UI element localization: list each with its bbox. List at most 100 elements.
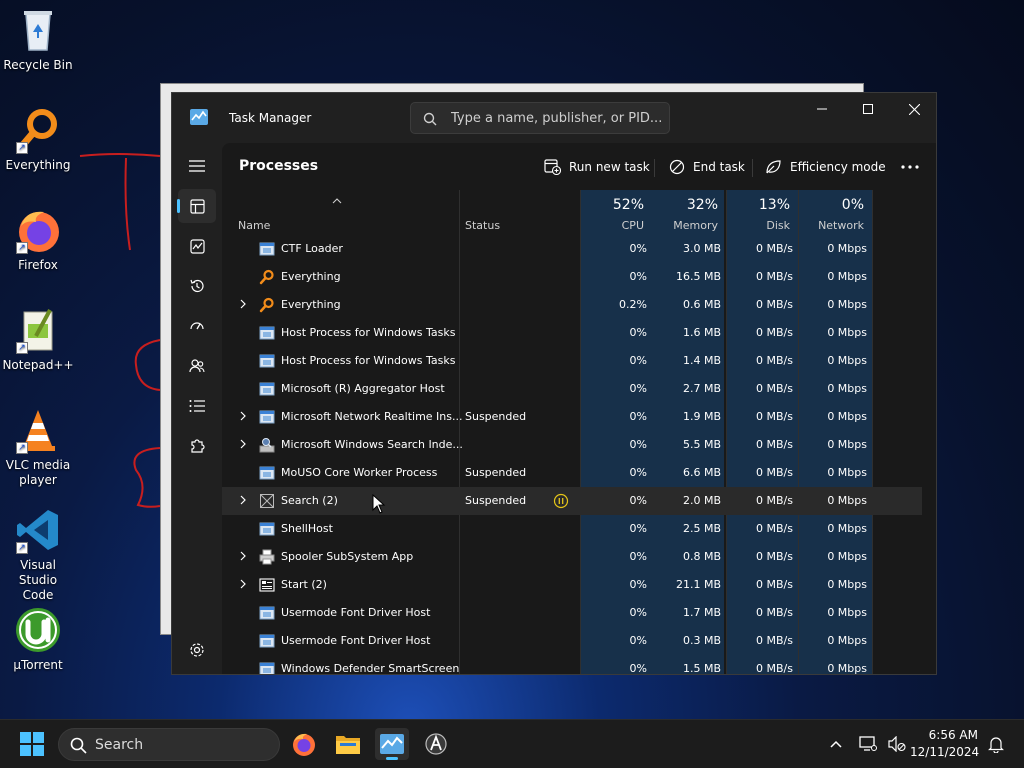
- process-network: 0 Mbps: [827, 410, 867, 423]
- desktop-icon-label: VLC media player: [5, 458, 71, 487]
- column-header-memory[interactable]: 32% Memory: [652, 190, 726, 237]
- process-row[interactable]: Windows Defender SmartScreen 0% 1.5 MB 0 MB…: [222, 655, 922, 675]
- desktop-icon-utorrent[interactable]: µTorrent: [2, 606, 74, 673]
- run-new-task-button[interactable]: Run new task: [544, 157, 650, 177]
- details-list-icon: [189, 400, 205, 412]
- chevron-right-icon[interactable]: [239, 579, 247, 592]
- process-name: Usermode Font Driver Host: [281, 634, 431, 647]
- process-row[interactable]: Usermode Font Driver Host 0% 0.3 MB 0 MB/s 0…: [222, 627, 922, 655]
- nav-performance[interactable]: [178, 229, 216, 263]
- desktop-icon-vscode[interactable]: ↗ Visual Studio Code: [2, 506, 74, 603]
- minimize-button[interactable]: [799, 93, 845, 125]
- minimize-icon: [817, 108, 827, 110]
- hamburger-menu-button[interactable]: [178, 149, 216, 183]
- process-name: ShellHost: [281, 522, 333, 535]
- process-cpu: 0.2%: [619, 298, 647, 311]
- task-manager-app-icon: [190, 109, 208, 125]
- column-header-name[interactable]: Name: [222, 190, 459, 237]
- desktop-icon-recycle-bin[interactable]: Recycle Bin: [2, 6, 74, 73]
- end-task-button[interactable]: End task: [669, 157, 745, 177]
- nav-processes[interactable]: [177, 189, 216, 223]
- process-cpu: 0%: [629, 494, 647, 507]
- column-disk-label: Disk: [766, 219, 790, 232]
- process-row[interactable]: Microsoft Network Realtime Ins... Suspend…: [222, 403, 922, 431]
- process-row[interactable]: Microsoft Windows Search Inde... 0% 5.5 MB…: [222, 431, 922, 459]
- system-clock[interactable]: 6:56 AM 12/11/2024: [910, 727, 979, 761]
- efficiency-mode-label: Efficiency mode: [790, 160, 886, 174]
- start-button[interactable]: [15, 728, 49, 760]
- close-button[interactable]: [891, 93, 936, 125]
- speaker-muted-icon: [888, 736, 906, 752]
- process-cpu: 0%: [629, 326, 647, 339]
- performance-icon: [189, 238, 205, 254]
- process-disk: 0 MB/s: [756, 606, 793, 619]
- process-row[interactable]: Host Process for Windows Tasks 0% 1.4 MB 0 …: [222, 347, 922, 375]
- nav-startup-apps[interactable]: [178, 309, 216, 343]
- desktop-icon-label: Visual Studio Code: [18, 558, 58, 602]
- desktop-icon-everything[interactable]: ↗ Everything: [2, 106, 74, 173]
- process-cpu: 0%: [629, 466, 647, 479]
- process-disk: 0 MB/s: [756, 326, 793, 339]
- show-hidden-icons-button[interactable]: [819, 728, 853, 760]
- services-puzzle-icon: [191, 439, 205, 453]
- process-cpu: 0%: [629, 410, 647, 423]
- process-row[interactable]: Host Process for Windows Tasks 0% 1.6 MB 0 …: [222, 319, 922, 347]
- shortcut-arrow-icon: ↗: [16, 542, 28, 554]
- taskbar-task-manager[interactable]: [375, 728, 409, 760]
- maximize-button[interactable]: [845, 93, 891, 125]
- column-header-cpu[interactable]: 52% CPU: [580, 190, 652, 237]
- column-header-disk[interactable]: 13% Disk: [726, 190, 798, 237]
- process-disk: 0 MB/s: [756, 410, 793, 423]
- nav-app-history[interactable]: [178, 269, 216, 303]
- process-row[interactable]: Microsoft (R) Aggregator Host 0% 2.7 MB 0 M…: [222, 375, 922, 403]
- vlc-icon: ↗: [14, 406, 62, 454]
- process-row[interactable]: Start (2) 0% 21.1 MB 0 MB/s 0 Mbps: [222, 571, 922, 599]
- title-bar[interactable]: Task Manager: [172, 93, 936, 143]
- column-header-status[interactable]: Status: [459, 190, 580, 237]
- process-name: Microsoft Network Realtime Ins...: [281, 410, 463, 423]
- nav-details[interactable]: [178, 389, 216, 423]
- taskbar-app[interactable]: [419, 728, 453, 760]
- process-row[interactable]: Everything 0.2% 0.6 MB 0 MB/s 0 Mbps: [222, 291, 922, 319]
- process-row[interactable]: Search (2) Suspended 0% 2.0 MB 0 MB/s 0 Mbps: [222, 487, 922, 515]
- taskbar-file-explorer[interactable]: [331, 728, 365, 760]
- process-name: CTF Loader: [281, 242, 343, 255]
- column-header-network[interactable]: 0% Network: [798, 190, 872, 237]
- efficiency-mode-button[interactable]: Efficiency mode: [765, 157, 886, 177]
- process-row[interactable]: Everything 0% 16.5 MB 0 MB/s 0 Mbps: [222, 263, 922, 291]
- desktop-icon-firefox[interactable]: ↗ Firefox: [2, 206, 74, 273]
- volume-button[interactable]: [880, 728, 914, 760]
- chevron-right-icon[interactable]: [239, 495, 247, 508]
- chevron-right-icon[interactable]: [239, 439, 247, 452]
- process-row[interactable]: Spooler SubSystem App 0% 0.8 MB 0 MB/s 0 Mbp…: [222, 543, 922, 571]
- process-cpu: 0%: [629, 438, 647, 451]
- search-box[interactable]: [410, 102, 670, 134]
- search-icon: [423, 111, 437, 130]
- process-disk: 0 MB/s: [756, 662, 793, 675]
- nav-services[interactable]: [178, 429, 216, 463]
- process-memory: 2.5 MB: [682, 522, 721, 535]
- end-task-icon: [669, 159, 685, 175]
- task-manager-window[interactable]: Task Manager Type a name, publisher, or …: [171, 92, 937, 675]
- process-row[interactable]: ShellHost 0% 2.5 MB 0 MB/s 0 Mbps: [222, 515, 922, 543]
- notifications-button[interactable]: [979, 728, 1013, 760]
- process-row[interactable]: CTF Loader 0% 3.0 MB 0 MB/s 0 Mbps: [222, 239, 922, 263]
- chevron-right-icon[interactable]: [239, 299, 247, 312]
- nav-users[interactable]: [178, 349, 216, 383]
- processes-icon: [189, 198, 205, 214]
- desktop-icon-notepadpp[interactable]: ↗ Notepad++: [2, 306, 74, 373]
- nav-settings[interactable]: [178, 633, 216, 667]
- window-title: Task Manager: [229, 111, 312, 125]
- taskbar-search-box[interactable]: Search: [58, 728, 280, 761]
- chevron-right-icon[interactable]: [239, 551, 247, 564]
- taskbar-firefox[interactable]: [287, 728, 321, 760]
- process-cpu: 0%: [629, 578, 647, 591]
- chevron-right-icon[interactable]: [239, 411, 247, 424]
- more-options-button[interactable]: [901, 157, 927, 177]
- process-row[interactable]: MoUSO Core Worker Process Suspended 0% 6.6 …: [222, 459, 922, 487]
- search-icon: [70, 737, 87, 754]
- desktop-icon-label: Firefox: [18, 258, 58, 272]
- desktop-icon-vlc[interactable]: ↗ VLC media player: [2, 406, 74, 488]
- search-input[interactable]: [451, 108, 661, 128]
- process-row[interactable]: Usermode Font Driver Host 0% 1.7 MB 0 MB/s 0…: [222, 599, 922, 627]
